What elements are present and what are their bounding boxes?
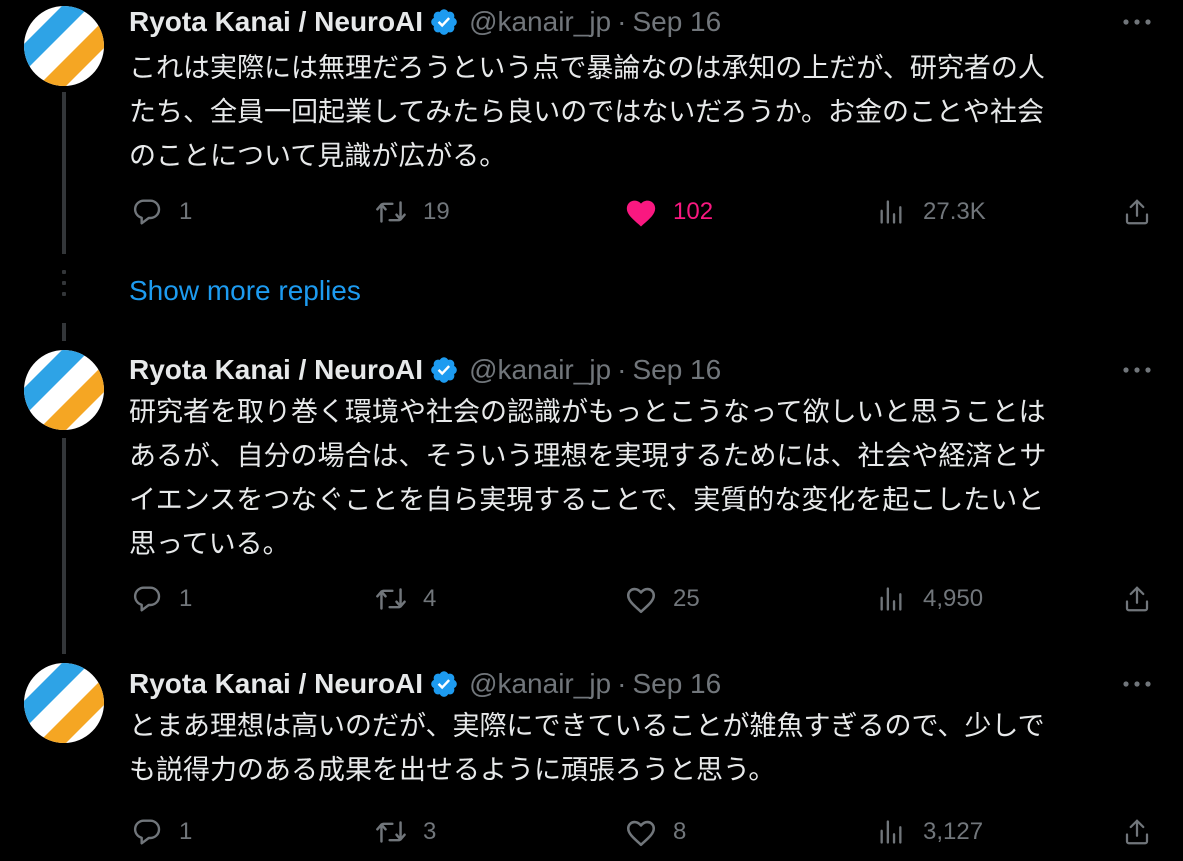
separator-dot: · <box>617 354 627 385</box>
tweet-date[interactable]: Sep 16 <box>632 668 721 700</box>
views-chart-icon <box>873 581 909 617</box>
share-icon <box>1119 814 1155 850</box>
show-more-replies-link[interactable]: Show more replies <box>129 271 361 311</box>
tweet-text-line: たち、全員一回起業してみたら良いのではないだろうか。お金のことや社会 <box>129 97 1045 128</box>
repost-count: 19 <box>423 198 450 225</box>
author-name[interactable]: Ryota Kanai / NeuroAI <box>129 6 423 38</box>
reply-button[interactable]: 1 <box>129 579 192 619</box>
author-handle[interactable]: @kanair_jp <box>469 354 611 386</box>
repost-icon <box>373 194 409 230</box>
avatar[interactable] <box>24 350 104 430</box>
tweet-actions: 1 19 102 27.3K <box>129 192 1159 232</box>
tweet-header: Ryota Kanai / NeuroAI @kanair_jp · Sep 1… <box>129 4 1159 40</box>
views-chart-icon <box>873 814 909 850</box>
share-button[interactable] <box>1119 812 1155 852</box>
tweet-text-line: あるが、自分の場合は、そういう理想を実現するためには、社会や経済とサ <box>129 441 1047 472</box>
reply-count: 1 <box>179 198 193 225</box>
share-icon <box>1119 581 1155 617</box>
tweet-text-line: これは実際には無理だろうという点で暴論なのは承知の上だが、研究者の人 <box>129 53 1045 84</box>
like-count: 102 <box>673 198 714 225</box>
views-button[interactable]: 4,950 <box>873 579 983 619</box>
tweet-text-line: のことについて見識が広がる。 <box>129 141 507 172</box>
separator-dot: · <box>617 668 627 699</box>
reply-count: 1 <box>179 818 193 845</box>
reply-icon <box>129 814 165 850</box>
author-handle[interactable]: @kanair_jp <box>469 668 611 700</box>
verified-badge-icon <box>429 669 459 699</box>
thread-connector-line <box>62 323 66 341</box>
reply-button[interactable]: 1 <box>129 812 192 852</box>
repost-count: 4 <box>423 585 437 612</box>
share-icon <box>1119 194 1155 230</box>
conversation-thread: Ryota Kanai / NeuroAI @kanair_jp · Sep 1… <box>0 0 1183 861</box>
separator-dot: · <box>617 6 627 37</box>
share-button[interactable] <box>1119 192 1155 232</box>
heart-outline-icon <box>623 814 659 850</box>
tweet-header: Ryota Kanai / NeuroAI @kanair_jp · Sep 1… <box>129 352 1159 388</box>
thread-connector-line <box>62 438 66 654</box>
avatar-image <box>24 663 104 743</box>
tweet-date[interactable]: Sep 16 <box>632 354 721 386</box>
tweet-text: 研究者を取り巻く環境や社会の認識がもっとこうなって欲しいと思うことは あるが、自… <box>129 391 1159 567</box>
reply-icon <box>129 581 165 617</box>
reply-button[interactable]: 1 <box>129 192 192 232</box>
verified-badge-icon <box>429 7 459 37</box>
repost-count: 3 <box>423 818 437 845</box>
avatar[interactable] <box>24 6 104 86</box>
repost-button[interactable]: 4 <box>373 579 436 619</box>
author-handle[interactable]: @kanair_jp <box>469 6 611 38</box>
avatar-image <box>24 350 104 430</box>
author-name[interactable]: Ryota Kanai / NeuroAI <box>129 668 423 700</box>
avatar[interactable] <box>24 663 104 743</box>
reply-count: 1 <box>179 585 193 612</box>
more-options-icon[interactable] <box>1115 4 1159 40</box>
views-chart-icon <box>873 194 909 230</box>
heart-filled-icon <box>623 194 659 230</box>
like-button[interactable]: 102 <box>623 192 713 232</box>
tweet-actions: 1 4 25 4,950 <box>129 579 1159 619</box>
like-count: 25 <box>673 585 700 612</box>
reply-icon <box>129 194 165 230</box>
views-count: 4,950 <box>923 585 984 612</box>
more-options-icon[interactable] <box>1115 666 1159 702</box>
share-button[interactable] <box>1119 579 1155 619</box>
like-button[interactable]: 8 <box>623 812 686 852</box>
repost-button[interactable]: 3 <box>373 812 436 852</box>
like-count: 8 <box>673 818 687 845</box>
views-count: 27.3K <box>923 198 986 225</box>
tweet-text: とまあ理想は高いのだが、実際にできていることが雑魚すぎるので、少しで も説得力の… <box>129 705 1159 793</box>
avatar-image <box>24 6 104 86</box>
repost-button[interactable]: 19 <box>373 192 450 232</box>
tweet-header: Ryota Kanai / NeuroAI @kanair_jp · Sep 1… <box>129 666 1159 702</box>
tweet-text-line: も説得力のある成果を出せるように頑張ろうと思う。 <box>129 755 776 786</box>
heart-outline-icon <box>623 581 659 617</box>
tweet-text: これは実際には無理だろうという点で暴論なのは承知の上だが、研究者の人 たち、全員… <box>129 47 1159 179</box>
thread-gap-dots <box>62 270 66 303</box>
views-count: 3,127 <box>923 818 984 845</box>
like-button[interactable]: 25 <box>623 579 700 619</box>
tweet-text-line: 思っている。 <box>129 529 290 560</box>
verified-badge-icon <box>429 355 459 385</box>
tweet-text-line: とまあ理想は高いのだが、実際にできていることが雑魚すぎるので、少しで <box>129 711 1045 742</box>
author-name[interactable]: Ryota Kanai / NeuroAI <box>129 354 423 386</box>
more-options-icon[interactable] <box>1115 352 1159 388</box>
repost-icon <box>373 814 409 850</box>
tweet-actions: 1 3 8 3,127 <box>129 812 1159 852</box>
thread-connector-line <box>62 92 66 254</box>
views-button[interactable]: 3,127 <box>873 812 983 852</box>
tweet-text-line: イエンスをつなぐことを自ら実現することで、実質的な変化を起こしたいと <box>129 485 1045 516</box>
repost-icon <box>373 581 409 617</box>
tweet-date[interactable]: Sep 16 <box>632 6 721 38</box>
views-button[interactable]: 27.3K <box>873 192 986 232</box>
tweet-text-line: 研究者を取り巻く環境や社会の認識がもっとこうなって欲しいと思うことは <box>129 397 1046 428</box>
